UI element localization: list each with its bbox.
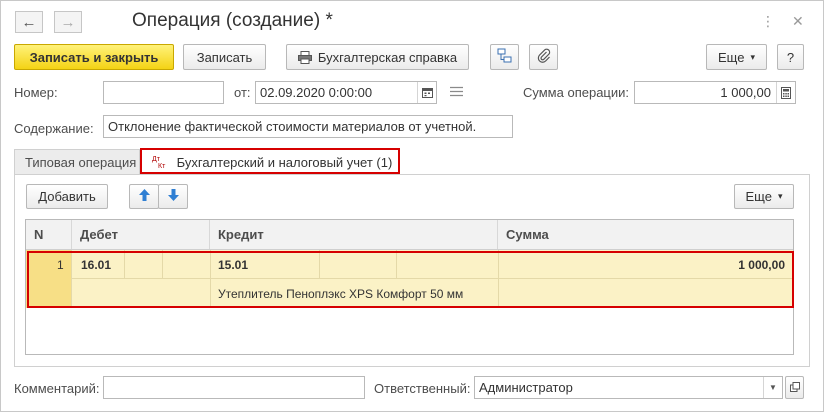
amount-value: 1 000,00 <box>738 258 785 272</box>
window-title: Операция (создание) * <box>132 10 333 31</box>
arrow-up-icon <box>138 189 150 204</box>
entries-table: N Дебет Кредит Сумма 1 16.01 15.01 1 000… <box>25 219 794 355</box>
open-responsible-button[interactable] <box>785 376 804 399</box>
move-up-button[interactable] <box>129 184 159 209</box>
credit-subconto: Утеплитель Пеноплэкс XPS Комфорт 50 мм <box>218 287 464 301</box>
operation-sum-field[interactable]: 1 000,00 <box>634 81 796 104</box>
column-header-sum[interactable]: Сумма <box>498 220 793 249</box>
tab-accounting-and-tax[interactable]: Дт Кт Бухгалтерский и налоговый учет (1) <box>140 148 400 174</box>
table-more-label: Еще <box>745 189 772 204</box>
accounting-report-button[interactable]: Бухгалтерская справка <box>286 44 469 70</box>
number-field[interactable] <box>103 81 224 104</box>
operation-sum-label: Сумма операции: <box>523 85 629 100</box>
debit-account: 16.01 <box>81 258 112 272</box>
paperclip-icon <box>537 48 551 66</box>
chevron-down-icon[interactable]: ▼ <box>763 377 782 398</box>
document-window: ← → Операция (создание) * ⋮ ✕ Записать и… <box>0 0 824 412</box>
more-button[interactable]: Еще ▾ <box>706 44 767 70</box>
table-row[interactable]: 1 16.01 15.01 1 000,00 Утеплитель Пенопл… <box>26 250 793 308</box>
number-label: Номер: <box>14 85 58 100</box>
content-field[interactable]: Отклонение фактической стоимости материа… <box>103 115 513 138</box>
date-field[interactable]: 02.09.2020 0:00:00 <box>255 81 437 104</box>
attach-button[interactable] <box>529 44 558 70</box>
accounting-report-label: Бухгалтерская справка <box>317 49 458 65</box>
date-value: 02.09.2020 0:00:00 <box>260 85 373 100</box>
responsible-label: Ответственный: <box>374 381 471 396</box>
row-number-cell <box>26 250 71 308</box>
credit-account: 15.01 <box>218 258 249 272</box>
forward-button[interactable]: → <box>54 11 82 33</box>
column-header-credit[interactable]: Кредит <box>210 220 498 249</box>
responsible-field[interactable]: Администратор ▼ <box>474 376 783 399</box>
row-number: 1 <box>57 258 64 272</box>
more-menu-icon[interactable]: ⋮ <box>761 13 775 30</box>
text-lines-icon[interactable] <box>450 86 463 100</box>
help-button[interactable]: ? <box>777 44 804 70</box>
column-header-n[interactable]: N <box>26 220 72 249</box>
back-button[interactable]: ← <box>15 11 43 33</box>
tab-accounting-and-tax-label: Бухгалтерский и налоговый учет (1) <box>176 155 393 170</box>
comment-field[interactable] <box>103 376 365 399</box>
table-more-button[interactable]: Еще ▾ <box>734 184 794 209</box>
document-structure-icon <box>497 48 512 66</box>
close-icon[interactable]: ✕ <box>792 13 804 30</box>
more-label: Еще <box>718 49 745 65</box>
comment-label: Комментарий: <box>14 381 100 396</box>
forward-arrow-icon: → <box>60 13 76 31</box>
content-label: Содержание: <box>14 121 94 136</box>
back-arrow-icon: ← <box>21 13 37 31</box>
printer-icon <box>297 50 312 64</box>
debit-credit-icon: Дт Кт <box>152 155 166 170</box>
move-down-button[interactable] <box>158 184 188 209</box>
tab-standard-operation[interactable]: Типовая операция <box>14 149 140 175</box>
arrow-down-icon <box>167 189 179 204</box>
save-and-close-button[interactable]: Записать и закрыть <box>14 44 174 70</box>
chevron-down-icon: ▾ <box>750 51 755 62</box>
date-label: от: <box>234 85 251 100</box>
operation-sum-value: 1 000,00 <box>720 85 771 100</box>
open-window-icon <box>789 380 800 395</box>
add-row-button[interactable]: Добавить <box>26 184 108 209</box>
title-bar: ← → Операция (создание) * ⋮ ✕ <box>1 1 823 41</box>
table-header: N Дебет Кредит Сумма <box>26 220 793 250</box>
responsible-value: Администратор <box>479 380 573 395</box>
column-header-debit[interactable]: Дебет <box>72 220 210 249</box>
calendar-icon[interactable] <box>417 82 436 103</box>
calculator-icon[interactable] <box>776 82 795 103</box>
structure-button[interactable] <box>490 44 519 70</box>
chevron-down-icon: ▾ <box>777 191 783 201</box>
save-button[interactable]: Записать <box>183 44 266 70</box>
